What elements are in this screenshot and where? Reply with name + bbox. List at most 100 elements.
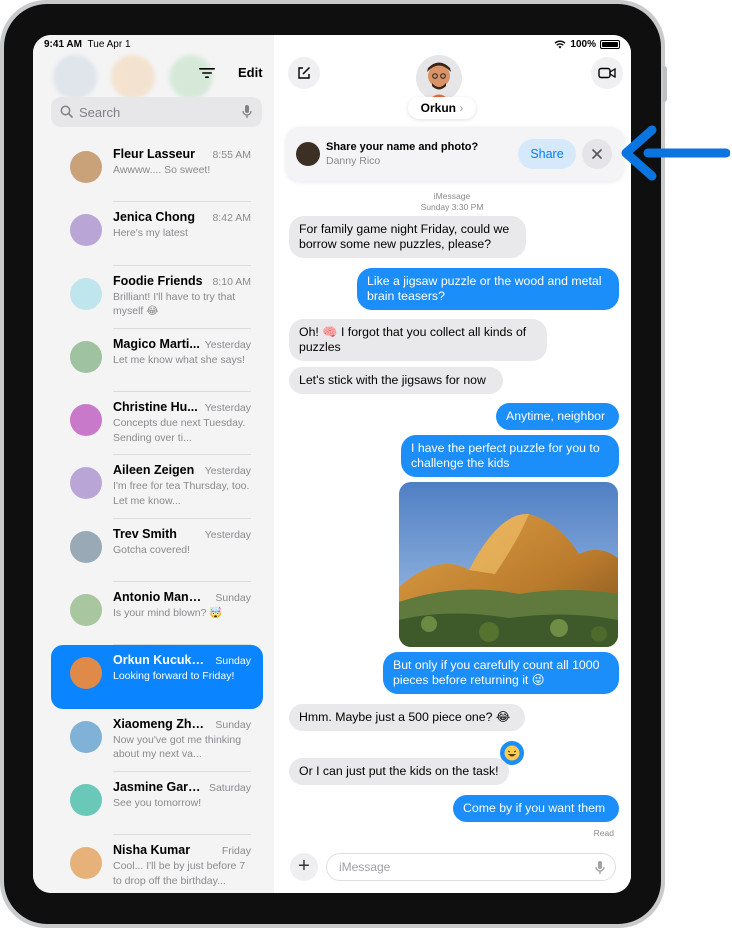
share-name-photo-banner: Share your name and photo? Danny Rico Sh…	[286, 127, 624, 181]
avatar	[70, 657, 102, 690]
message-placeholder: iMessage	[339, 860, 391, 874]
conversation-row[interactable]: Aileen Zeigen Yesterday I'm free for tea T…	[51, 455, 263, 519]
avatar	[70, 151, 102, 183]
top-button	[663, 66, 667, 102]
avatar	[70, 340, 102, 373]
memoji-avatar	[416, 55, 462, 101]
contact-avatar[interactable]	[416, 55, 462, 101]
message-bubble-outgoing[interactable]: Anytime, neighbor	[496, 403, 619, 430]
conversation-name: Xiaomeng Zhong	[113, 716, 205, 731]
plus-button[interactable]: +	[290, 853, 318, 881]
conversation-name: Magico Marti...	[113, 336, 200, 351]
message-bubble-incoming[interactable]: Hmm. Maybe just a 500 piece one? 😂	[289, 704, 525, 731]
status-date: Tue Apr 1	[87, 39, 131, 50]
search-bar[interactable]: Search	[51, 97, 262, 127]
conversation-row[interactable]: Fleur Lasseur 8:55 AM Awwww.... So sweet!	[51, 139, 263, 203]
conversation-row[interactable]: Xiaomeng Zhong Sunday Now you've got me th…	[51, 709, 263, 772]
screen: 9:41 AM Tue Apr 1 100% Edit Search Fleur…	[33, 35, 631, 893]
conversation-time: Yesterday	[204, 338, 251, 351]
avatar	[70, 277, 102, 310]
conversation-preview: I'm free for tea Thursday, too. Let me k…	[113, 480, 250, 507]
pinned-avatar[interactable]	[53, 55, 97, 99]
chat-pane: Orkun › Share your name and photo? Danny…	[274, 35, 631, 893]
message-bubble-outgoing[interactable]: But only if you carefully count all 1000…	[383, 652, 619, 694]
battery-icon	[600, 40, 620, 49]
conversation-preview: Gotcha covered!	[113, 543, 191, 556]
conversation-time: 8:55 AM	[212, 149, 251, 161]
service-label: iMessage	[433, 191, 471, 201]
conversation-list: Fleur Lasseur 8:55 AM Awwww.... So sweet! J…	[51, 139, 263, 893]
pinned-avatar[interactable]	[111, 55, 155, 99]
message-bubble-incoming[interactable]: Oh! 🧠 I forgot that you collect all kind…	[289, 319, 547, 361]
message-bubble-outgoing[interactable]: Like a jigsaw puzzle or the wood and met…	[357, 268, 619, 310]
message-bubble-incoming[interactable]: Or I can just put the kids on the task!	[289, 758, 509, 785]
conversation-row[interactable]: Orkun Kucukse... Sunday Looking forward to…	[51, 645, 263, 709]
conversation-time: Sunday	[215, 592, 251, 605]
puzzle-photo-attachment[interactable]	[399, 482, 618, 647]
conversation-preview: Let me know what she says!	[113, 353, 245, 366]
filter-icon[interactable]	[198, 65, 216, 81]
message-meta: iMessage Sunday 3:30 PM	[402, 191, 502, 213]
microphone-icon[interactable]	[242, 104, 252, 119]
contact-name-button[interactable]: Orkun ›	[408, 97, 476, 119]
conversation-preview: Cool... I'll be by just before 7 to drop…	[113, 860, 246, 887]
avatar	[70, 783, 102, 816]
wifi-icon	[554, 40, 566, 49]
conversation-row[interactable]: Trev Smith Yesterday Gotcha covered!	[51, 519, 263, 583]
message-bubble-incoming[interactable]: Let's stick with the jigsaws for now	[289, 367, 503, 394]
message-timestamp: Sunday 3:30 PM	[420, 202, 484, 212]
close-banner-button[interactable]	[582, 139, 612, 169]
contact-name: Orkun	[420, 101, 456, 115]
message-input-bar: + iMessage	[274, 845, 631, 893]
conversation-row[interactable]: Christine Hu... Yesterday Concepts due nex…	[51, 392, 263, 456]
read-receipt: Read	[593, 828, 614, 838]
user-avatar	[296, 142, 320, 166]
edit-button[interactable]: Edit	[238, 65, 263, 80]
conversation-time: Yesterday	[204, 528, 251, 541]
avatar	[70, 720, 102, 753]
message-bubble-incoming[interactable]: For family game night Friday, could we b…	[289, 216, 526, 258]
conversation-row[interactable]: Jenica Chong 8:42 AM Here's my latest	[51, 202, 263, 266]
conversation-preview: Awwww.... So sweet!	[113, 164, 211, 176]
avatar	[70, 594, 102, 627]
status-bar: 9:41 AM Tue Apr 1 100%	[33, 35, 631, 53]
conversation-row[interactable]: Jasmine Garcia Saturday See you tomorrow!	[51, 772, 263, 836]
conversation-row[interactable]: Nisha Kumar Friday Cool... I'll be by just…	[51, 835, 263, 893]
conversation-name: Aileen Zeigen	[113, 463, 195, 478]
search-icon	[60, 105, 73, 118]
dictation-mic-icon[interactable]	[595, 860, 605, 875]
share-banner-subtitle: Danny Rico	[326, 155, 381, 167]
conversation-name: Trev Smith	[113, 526, 177, 541]
share-banner-title: Share your name and photo?	[326, 141, 479, 153]
video-camera-icon	[598, 67, 616, 79]
facetime-button[interactable]	[591, 57, 623, 89]
conversation-row[interactable]: Antonio Manri... Sunday Is your mind blown…	[51, 582, 263, 646]
compose-button[interactable]	[288, 57, 320, 89]
conversation-row[interactable]: Magico Marti... Yesterday Let me know what…	[51, 329, 263, 393]
battery-percent: 100%	[570, 39, 596, 50]
message-input[interactable]: iMessage	[326, 853, 616, 881]
laughing-emoji-icon	[504, 745, 520, 761]
conversation-preview: Now you've got me thinking about my next…	[113, 733, 242, 761]
message-bubble-outgoing[interactable]: I have the perfect puzzle for you to cha…	[401, 435, 619, 477]
conversation-name: Fleur Lasseur	[113, 147, 195, 161]
share-button[interactable]: Share	[518, 139, 576, 169]
status-right: 100%	[554, 39, 620, 50]
conversation-time: Saturday	[208, 781, 251, 794]
conversation-name: Nisha Kumar	[113, 843, 191, 858]
avatar	[70, 404, 102, 437]
conversation-time: Yesterday	[204, 402, 251, 415]
compose-icon	[298, 66, 311, 79]
conversation-name: Antonio Manri...	[113, 590, 205, 605]
conversation-preview: Here's my latest	[113, 227, 188, 240]
conversation-name: Jasmine Garcia	[113, 779, 205, 794]
status-time: 9:41 AM Tue Apr 1	[44, 39, 131, 50]
conversation-name: Foodie Friends	[113, 273, 203, 288]
conversation-row[interactable]: Foodie Friends 8:10 AM Brilliant! I'll hav…	[51, 266, 263, 329]
search-input[interactable]: Search	[79, 105, 120, 120]
conversation-time: Friday	[221, 845, 251, 858]
message-bubble-outgoing[interactable]: Come by if you want them	[453, 795, 619, 822]
conversation-name: Christine Hu...	[113, 400, 198, 415]
avatar	[70, 467, 102, 500]
conversation-name: Jenica Chong	[113, 210, 195, 225]
